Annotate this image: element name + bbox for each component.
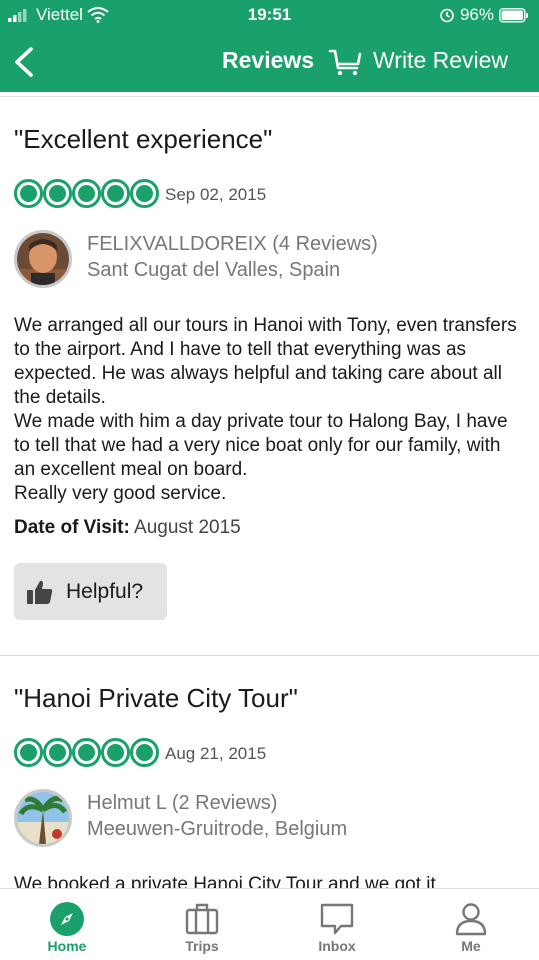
avatar[interactable]: [14, 230, 72, 288]
battery-icon: [499, 7, 528, 23]
rating-bubble: [14, 738, 43, 767]
avatar[interactable]: [14, 789, 72, 847]
person-icon: [455, 903, 487, 936]
review-date: Aug 21, 2015: [165, 744, 267, 763]
rating-bubble: [101, 179, 130, 208]
thumbs-up-icon: [27, 580, 53, 604]
battery-percent: 96%: [459, 5, 494, 24]
review-title[interactable]: "Hanoi Private City Tour": [14, 683, 298, 714]
reviewer-location: Sant Cugat del Valles, Spain: [87, 259, 341, 281]
helpful-button[interactable]: Helpful?: [14, 563, 167, 620]
reviewer-name[interactable]: Helmut L (2 Reviews): [87, 792, 277, 815]
review-title[interactable]: "Excellent experience": [14, 124, 272, 155]
divider: [0, 96, 539, 97]
alarm-icon: [440, 8, 454, 23]
tab-inbox[interactable]: Inbox: [270, 889, 404, 960]
review-paragraph: Really very good service.: [14, 483, 227, 504]
user-photo: [17, 792, 69, 844]
back-arrow-icon[interactable]: [12, 46, 36, 78]
reviews-list[interactable]: "Excellent experience" Sep 02, 2015 FELI…: [0, 92, 539, 888]
rating-bubble: [130, 738, 159, 767]
review-separator: [0, 655, 539, 656]
rating-bubble: [43, 738, 72, 767]
rating-bubbles: [14, 179, 159, 208]
tab-trips[interactable]: Trips: [135, 889, 269, 960]
user-photo: [17, 233, 69, 285]
rating-bubble: [72, 738, 101, 767]
nav-bar: Reviews Write Review: [0, 38, 539, 86]
rating-bubble: [14, 179, 43, 208]
tab-label: Home: [47, 938, 87, 954]
rating-bubble: [72, 179, 101, 208]
battery-info: 96%: [439, 5, 529, 25]
review-date: Sep 02, 2015: [165, 185, 267, 204]
review-paragraph: We made with him a day private tour to H…: [14, 411, 508, 480]
date-of-visit: Date of Visit: August 2015: [14, 517, 241, 539]
chat-bubble-icon: [320, 903, 354, 935]
suitcase-icon: [185, 903, 219, 935]
review-paragraph: We arranged all our tours in Hanoi with …: [14, 315, 517, 408]
tab-label: Inbox: [318, 938, 356, 954]
visit-label: Date of Visit:: [14, 517, 130, 538]
page-title: Reviews: [222, 47, 315, 73]
review-text: We arranged all our tours in Hanoi with …: [14, 314, 524, 506]
rating-bubble: [101, 738, 130, 767]
rating-bubble: [43, 179, 72, 208]
rating-bubble: [130, 179, 159, 208]
tab-label: Trips: [185, 938, 219, 954]
app-header: Viettel 19:51 96% Reviews Write Review: [0, 0, 539, 92]
tab-home[interactable]: Home: [0, 889, 134, 960]
reviewer-name[interactable]: FELIXVALLDOREIX (4 Reviews): [87, 233, 378, 256]
helpful-label: Helpful?: [66, 579, 144, 603]
bottom-tab-bar: Home Trips Inbox Me: [0, 888, 539, 960]
status-bar: Viettel 19:51 96%: [0, 0, 539, 30]
write-review-button[interactable]: Write Review: [373, 47, 508, 74]
review-paragraph: We booked a private Hanoi City Tour and …: [14, 874, 436, 888]
review-text: We booked a private Hanoi City Tour and …: [14, 873, 524, 888]
tab-label: Me: [461, 938, 481, 954]
write-review-icon[interactable]: [328, 48, 362, 76]
tab-me[interactable]: Me: [404, 889, 538, 960]
reviewer-location: Meeuwen-Gruitrode, Belgium: [87, 818, 348, 840]
compass-icon: [50, 902, 84, 936]
rating-bubbles: [14, 738, 159, 767]
visit-value: August 2015: [134, 517, 241, 538]
